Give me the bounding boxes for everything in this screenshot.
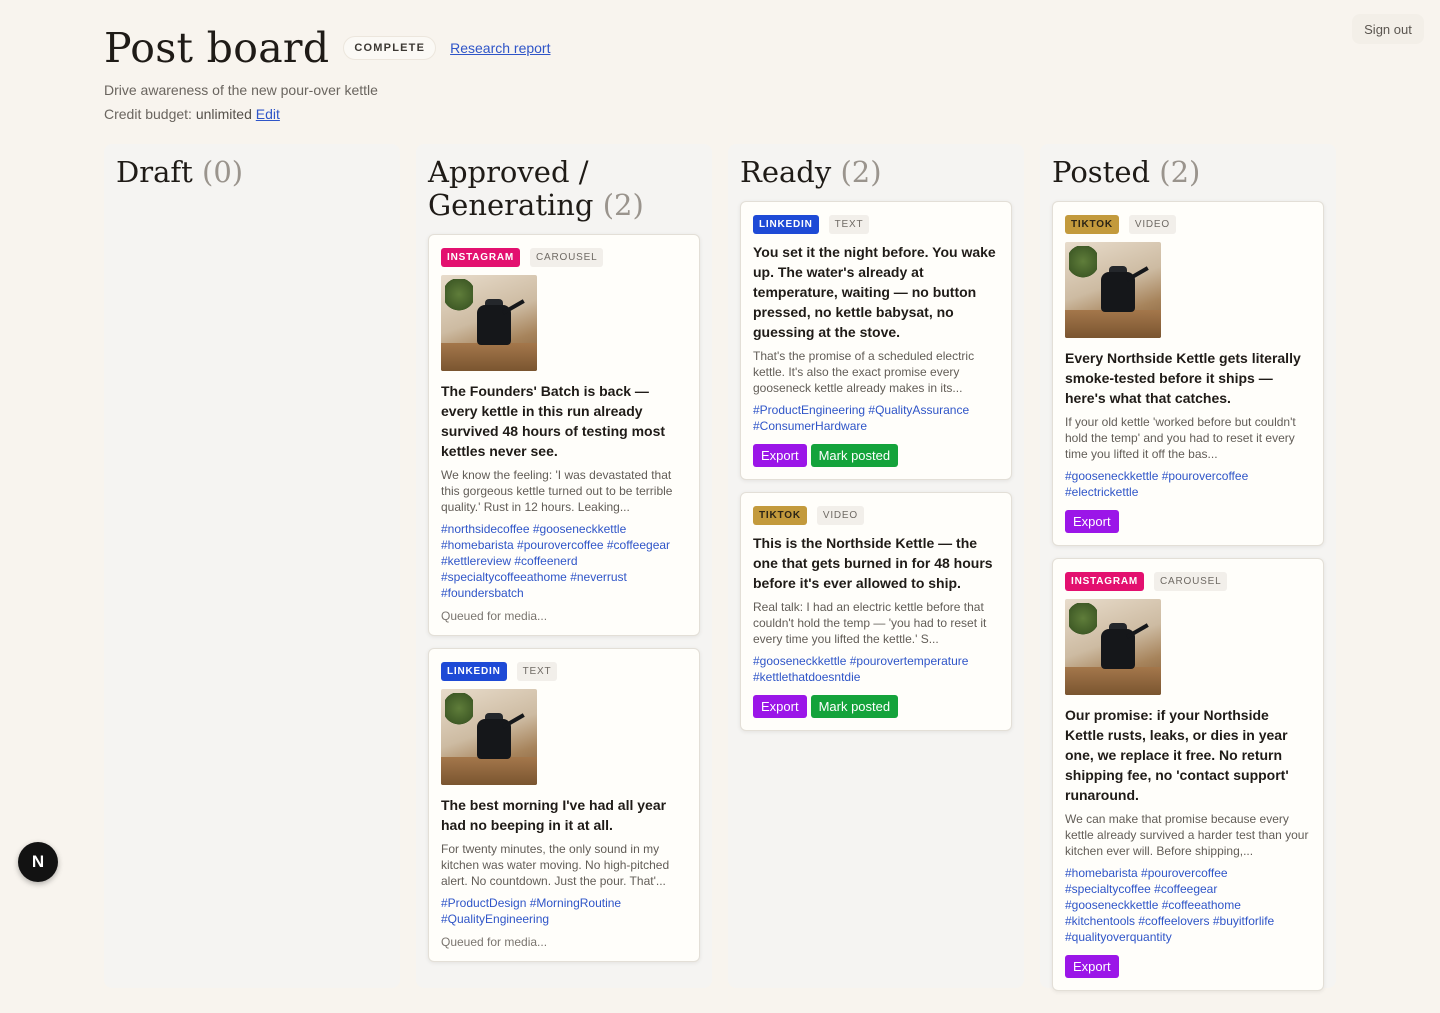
- column-draft: Draft (0): [104, 144, 400, 988]
- post-image: [441, 689, 537, 785]
- column-approved-generating: Approved / Generating (2) INSTAGRAM CARO…: [416, 144, 712, 988]
- post-body: That's the promise of a scheduled electr…: [753, 349, 975, 395]
- dev-tools-badge[interactable]: N: [18, 842, 58, 882]
- post-headline: The best morning I've had all year had n…: [441, 797, 667, 833]
- post-headline: Every Northside Kettle gets literally sm…: [1065, 350, 1301, 406]
- column-count: (2): [602, 188, 644, 222]
- post-body: We can make that promise because every k…: [1065, 812, 1309, 858]
- column-name: Posted: [1052, 155, 1151, 189]
- edit-budget-link[interactable]: Edit: [256, 106, 280, 122]
- export-button[interactable]: Export: [1065, 510, 1119, 533]
- column-title: Draft (0): [116, 156, 388, 189]
- post-card[interactable]: TIKTOK VIDEO Every Northside Kettle gets…: [1052, 201, 1324, 546]
- queue-status: Queued for media...: [441, 935, 548, 949]
- platform-badge: TIKTOK: [753, 505, 807, 525]
- format-badge: TEXT: [516, 661, 558, 681]
- post-headline: This is the Northside Kettle — the one t…: [753, 535, 993, 591]
- credit-budget-label: Credit budget:: [104, 106, 192, 122]
- mark-posted-button[interactable]: Mark posted: [810, 695, 899, 718]
- post-hashtags: #northsidecoffee #gooseneckkettle #homeb…: [441, 522, 671, 600]
- column-posted: Posted (2) TIKTOK VIDEO Every Northside …: [1040, 144, 1336, 991]
- platform-badge: LINKEDIN: [753, 214, 819, 234]
- platform-badge: INSTAGRAM: [441, 247, 521, 267]
- post-image: [1065, 599, 1161, 695]
- post-image: [1065, 242, 1161, 338]
- format-badge: CAROUSEL: [1154, 571, 1228, 591]
- campaign-subtitle: Drive awareness of the new pour-over ket…: [104, 82, 378, 98]
- post-hashtags: #homebarista #pourovercoffee #specialtyc…: [1065, 866, 1275, 944]
- export-button[interactable]: Export: [1065, 955, 1119, 978]
- queue-status: Queued for media...: [441, 609, 548, 623]
- page-header: Post board COMPLETE Research report Driv…: [104, 24, 1004, 122]
- platform-badge: TIKTOK: [1065, 214, 1119, 234]
- format-badge: CAROUSEL: [530, 247, 604, 267]
- post-headline: The Founders' Batch is back — every kett…: [441, 383, 666, 459]
- research-report-link[interactable]: Research report: [450, 40, 550, 56]
- post-hashtags: #ProductEngineering #QualityAssurance #C…: [753, 403, 970, 433]
- sign-out-button[interactable]: Sign out: [1352, 14, 1424, 44]
- post-image: [441, 275, 537, 371]
- export-button[interactable]: Export: [753, 695, 807, 718]
- platform-badge: LINKEDIN: [441, 661, 507, 681]
- column-ready: Ready (2) LINKEDIN TEXT You set it the n…: [728, 144, 1024, 988]
- post-headline: Our promise: if your Northside Kettle ru…: [1065, 707, 1289, 803]
- platform-badge: INSTAGRAM: [1065, 571, 1145, 591]
- post-hashtags: #gooseneckkettle #pourovertemperature #k…: [753, 654, 969, 684]
- post-card[interactable]: TIKTOK VIDEO This is the Northside Kettl…: [740, 492, 1012, 731]
- mark-posted-button[interactable]: Mark posted: [810, 444, 899, 467]
- column-name: Ready: [740, 155, 832, 189]
- column-title: Approved / Generating (2): [428, 156, 648, 222]
- status-badge: COMPLETE: [343, 36, 437, 60]
- post-card[interactable]: LINKEDIN TEXT The best morning I've had …: [428, 648, 700, 962]
- credit-budget-value: unlimited: [195, 106, 252, 122]
- column-name: Approved / Generating: [428, 155, 594, 222]
- column-count: (2): [840, 155, 882, 189]
- post-body: If your old kettle 'worked before but co…: [1065, 415, 1296, 461]
- credit-budget: Credit budget: unlimited Edit: [104, 106, 1004, 122]
- format-badge: TEXT: [828, 214, 870, 234]
- post-body: We know the feeling: 'I was devastated t…: [441, 468, 673, 514]
- post-body: Real talk: I had an electric kettle befo…: [753, 600, 987, 646]
- post-card[interactable]: INSTAGRAM CAROUSEL Our promise: if your …: [1052, 558, 1324, 991]
- post-hashtags: #gooseneckkettle #pourovercoffee #electr…: [1065, 469, 1249, 499]
- format-badge: VIDEO: [1128, 214, 1176, 234]
- post-body: For twenty minutes, the only sound in my…: [441, 842, 670, 888]
- column-title: Posted (2): [1052, 156, 1324, 189]
- post-headline: You set it the night before. You wake up…: [753, 244, 996, 340]
- post-hashtags: #ProductDesign #MorningRoutine #QualityE…: [441, 896, 622, 926]
- column-count: (2): [1159, 155, 1201, 189]
- format-badge: VIDEO: [816, 505, 864, 525]
- page-title: Post board: [104, 24, 330, 72]
- column-title: Ready (2): [740, 156, 1012, 189]
- export-button[interactable]: Export: [753, 444, 807, 467]
- post-card[interactable]: INSTAGRAM CAROUSEL The Founders' Batch i…: [428, 234, 700, 636]
- column-count: (0): [202, 155, 244, 189]
- post-card[interactable]: LINKEDIN TEXT You set it the night befor…: [740, 201, 1012, 480]
- column-name: Draft: [116, 155, 193, 189]
